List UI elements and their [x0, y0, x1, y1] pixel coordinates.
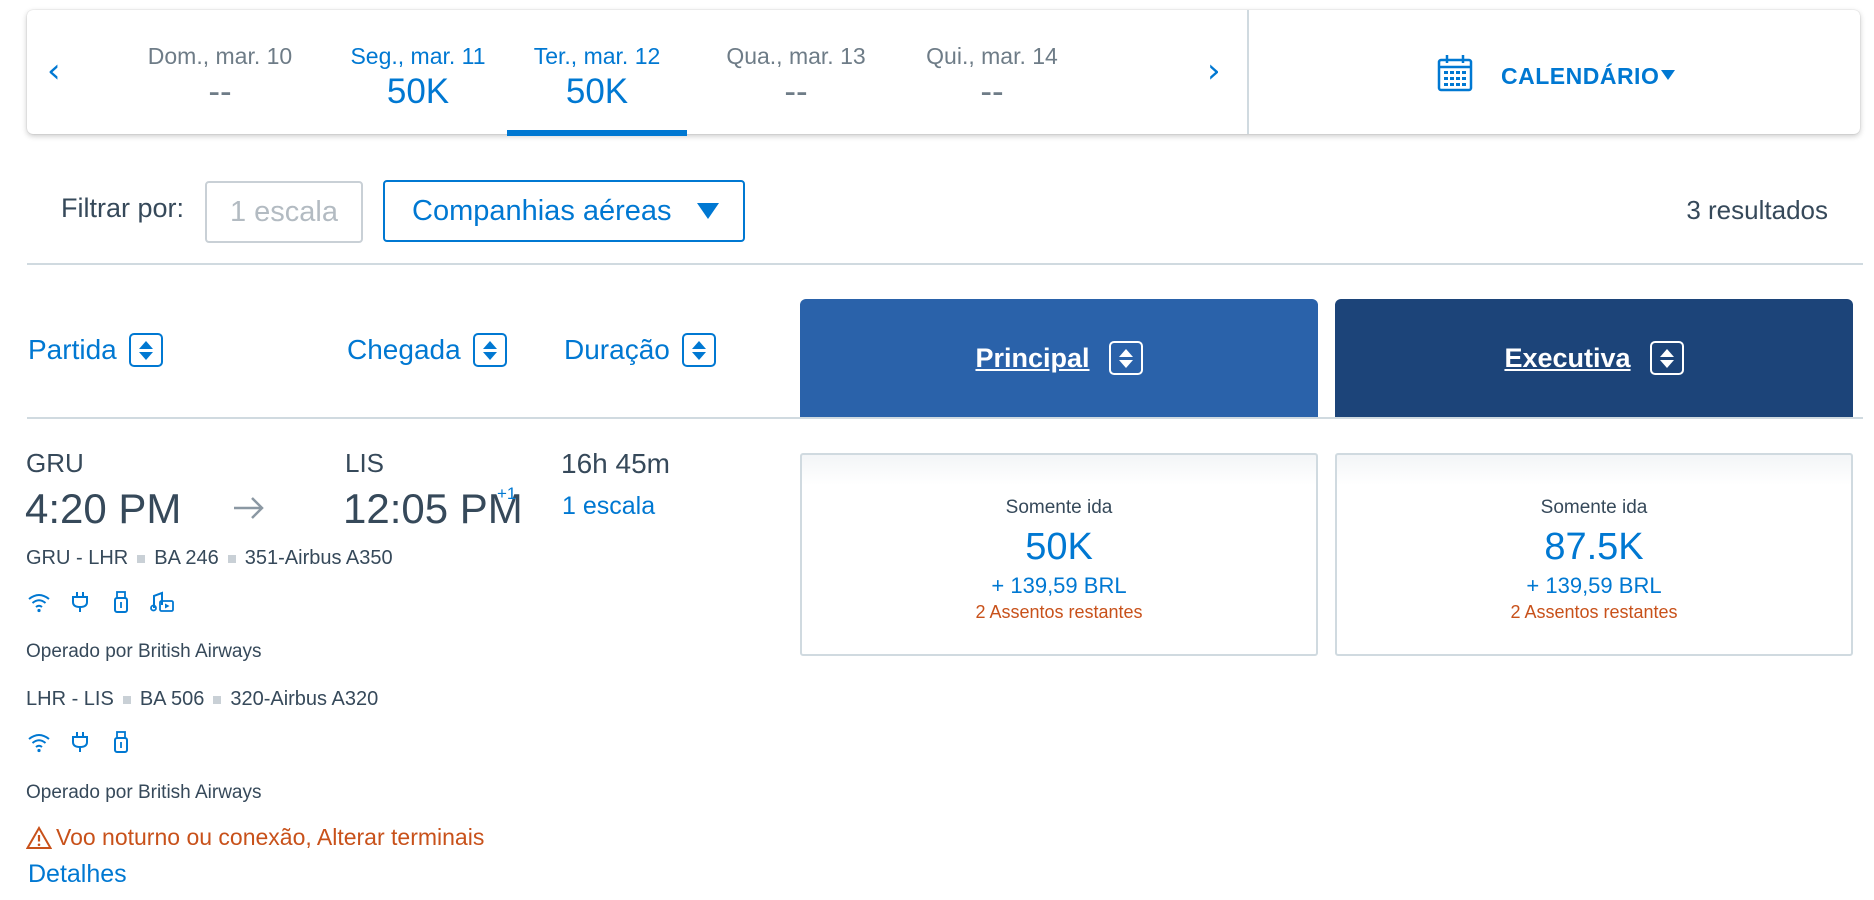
date-price: --: [208, 72, 232, 111]
results-count: 3 resultados: [1686, 195, 1828, 225]
date-tab-mar-11[interactable]: Seg., mar. 11 50K: [328, 42, 508, 112]
warning-icon: [26, 825, 52, 849]
wifi-icon: [28, 594, 50, 613]
segment-flight-number: BA 246: [154, 547, 219, 569]
segment-route: LHR - LIS: [26, 688, 114, 710]
sort-by-duration[interactable]: Duração: [564, 333, 716, 367]
divider: [27, 263, 1863, 265]
fare-type: Somente ida: [1540, 497, 1648, 518]
date-label: Qui., mar. 14: [926, 43, 1058, 69]
power-plug-icon: [72, 732, 88, 752]
next-day-indicator: +1: [497, 484, 517, 503]
origin-airport-code: GRU: [26, 448, 84, 478]
date-tab-mar-13[interactable]: Qua., mar. 13 --: [706, 42, 886, 112]
date-price: 50K: [386, 72, 450, 111]
main-cabin-header-label: Principal: [975, 342, 1090, 373]
fare-taxes: + 139,59 BRL: [991, 573, 1127, 598]
usb-icon: [114, 731, 128, 753]
date-label: Qua., mar. 13: [726, 43, 866, 69]
usb-icon: [114, 591, 128, 613]
date-price: --: [980, 72, 1004, 111]
date-price: --: [784, 72, 808, 111]
fare-miles: 50K: [1025, 526, 1093, 568]
sort-icon: [681, 333, 716, 367]
segment-1-operator: Operado por British Airways: [26, 641, 262, 662]
segment-1-amenities: [27, 590, 174, 614]
departure-header-label: Partida: [28, 334, 117, 365]
airlines-filter-dropdown[interactable]: Companhias aéreas: [383, 180, 745, 242]
chevron-down-icon[interactable]: [1661, 70, 1675, 80]
date-selector: ‹ Dom., mar. 10 -- Seg., mar. 11 50K Ter…: [27, 10, 1860, 136]
sort-icon: [472, 333, 507, 367]
fare-miles: 87.5K: [1544, 526, 1644, 568]
calendar-icon[interactable]: [1437, 54, 1473, 92]
flight-warning: Voo noturno ou conexão, Alterar terminai…: [26, 824, 484, 851]
arrow-right-icon: [234, 497, 264, 519]
date-label: Ter., mar. 12: [533, 43, 661, 69]
arrival-header-label: Chegada: [347, 334, 461, 365]
date-tab-mar-12-selected[interactable]: Ter., mar. 12 50K: [507, 42, 687, 136]
sort-icon: [128, 333, 163, 367]
arrival-time: 12:05 PM: [343, 485, 523, 532]
date-tab-mar-10[interactable]: Dom., mar. 10 --: [130, 42, 310, 112]
seats-remaining: 2 Assentos restantes: [1510, 602, 1678, 622]
sort-by-arrival[interactable]: Chegada: [347, 333, 507, 367]
sort-by-departure[interactable]: Partida: [28, 333, 163, 367]
separator: [213, 695, 222, 704]
duration-header-label: Duração: [564, 334, 670, 365]
divider: [27, 417, 1863, 419]
segment-1-info: GRU - LHR BA 246 351-Airbus A350: [26, 547, 393, 570]
date-price: 50K: [565, 72, 629, 111]
seats-remaining: 2 Assentos restantes: [975, 602, 1143, 622]
chevron-down-icon: [697, 203, 719, 219]
fare-taxes: + 139,59 BRL: [1526, 573, 1662, 598]
date-tab-mar-14[interactable]: Qui., mar. 14 --: [902, 42, 1082, 112]
airlines-filter-label: Companhias aéreas: [412, 194, 672, 227]
flight-duration: 16h 45m: [561, 448, 670, 479]
details-link[interactable]: Detalhes: [28, 860, 127, 889]
filter-label: Filtrar por:: [61, 193, 185, 223]
date-label: Dom., mar. 10: [147, 43, 293, 69]
segment-flight-number: BA 506: [139, 688, 205, 710]
sort-icon: [1649, 341, 1684, 375]
main-cabin-fare-button[interactable]: Somente ida 50K + 139,59 BRL 2 Assentos …: [800, 453, 1318, 656]
segment-route: GRU - LHR: [26, 547, 129, 569]
flight-warning-text: Voo noturno ou conexão, Alterar terminai…: [56, 824, 485, 850]
wifi-icon: [28, 734, 50, 753]
stops-link[interactable]: 1 escala: [562, 492, 655, 521]
entertainment-icon: [150, 591, 174, 612]
segment-2-info: LHR - LIS BA 506 320-Airbus A320: [26, 688, 378, 711]
separator: [122, 695, 131, 704]
segment-2-amenities: [27, 730, 133, 754]
separator: [137, 554, 146, 563]
fare-type: Somente ida: [1005, 497, 1113, 518]
sort-by-business-cabin[interactable]: Executiva: [1335, 299, 1853, 417]
segment-aircraft: 351-Airbus A350: [244, 547, 393, 569]
date-strip-divider: [1247, 10, 1249, 134]
stops-filter-label: 1 escala: [229, 195, 338, 228]
power-plug-icon: [72, 592, 88, 612]
calendar-button[interactable]: CALENDÁRIO: [1501, 63, 1659, 90]
business-cabin-fare-button[interactable]: Somente ida 87.5K + 139,59 BRL 2 Assento…: [1335, 453, 1853, 656]
selected-date-indicator: [507, 130, 687, 136]
separator: [227, 554, 236, 563]
previous-dates-button[interactable]: ‹: [47, 54, 61, 88]
sort-by-main-cabin[interactable]: Principal: [800, 299, 1318, 417]
sort-icon: [1108, 341, 1143, 375]
segment-aircraft: 320-Airbus A320: [230, 688, 379, 710]
destination-airport-code: LIS: [345, 448, 385, 478]
business-cabin-header-label: Executiva: [1504, 342, 1631, 373]
departure-time: 4:20 PM: [25, 485, 182, 532]
next-dates-button[interactable]: ›: [1207, 54, 1221, 88]
date-label: Seg., mar. 11: [350, 43, 486, 69]
stops-filter-button[interactable]: 1 escala: [205, 181, 363, 243]
segment-2-operator: Operado por British Airways: [26, 782, 262, 803]
